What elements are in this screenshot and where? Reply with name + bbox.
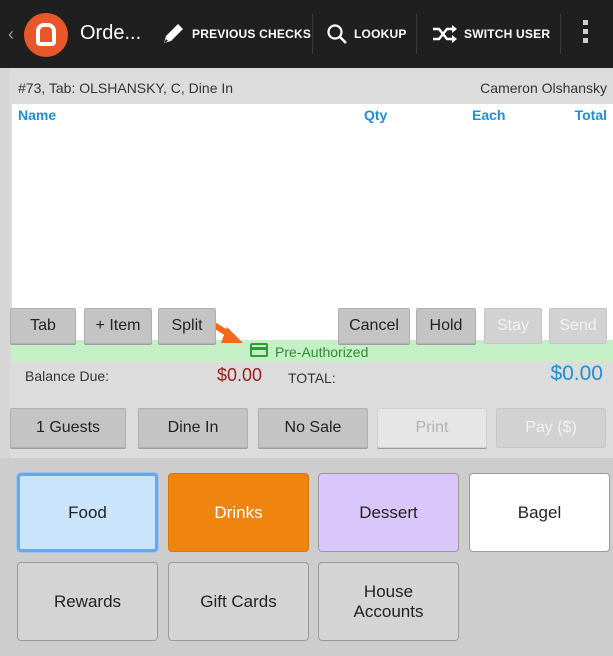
lookup-button[interactable]: LOOKUP [326, 0, 407, 68]
item-columns-header: Name Qty Each Total [12, 104, 613, 126]
check-info: #73, Tab: OLSHANSKY, C, Dine In [18, 80, 234, 96]
add-item-button[interactable]: + Item [84, 308, 152, 344]
check-header: #73, Tab: OLSHANSKY, C, Dine In Cameron … [12, 76, 613, 100]
hold-button[interactable]: Hold [416, 308, 476, 344]
guests-button[interactable]: 1 Guests [10, 408, 126, 448]
balance-due-label: Balance Due: [25, 368, 110, 384]
switch-user-button[interactable]: SWITCH USER [432, 0, 550, 68]
col-total: Total [574, 107, 607, 123]
category-bagel[interactable]: Bagel [469, 473, 610, 552]
overflow-menu-icon[interactable] [578, 20, 592, 50]
send-button[interactable]: Send [549, 308, 607, 344]
stay-button[interactable]: Stay [484, 308, 542, 344]
total-label: TOTAL: [288, 370, 336, 386]
category-house-accounts[interactable]: House Accounts [318, 562, 459, 641]
category-drinks[interactable]: Drinks [168, 473, 309, 552]
no-sale-button[interactable]: No Sale [258, 408, 368, 448]
category-food[interactable]: Food [17, 473, 158, 552]
category-gift-cards[interactable]: Gift Cards [168, 562, 309, 641]
search-icon [327, 24, 347, 44]
toolbar-divider [312, 14, 313, 54]
print-button[interactable]: Print [377, 408, 487, 448]
balance-due-value: $0.00 [217, 365, 263, 385]
tab-button[interactable]: Tab [10, 308, 76, 344]
dine-in-button[interactable]: Dine In [138, 408, 248, 448]
col-qty: Qty [364, 107, 388, 123]
check-panel: #73, Tab: OLSHANSKY, C, Dine In Cameron … [10, 68, 613, 458]
app-logo-icon[interactable] [24, 13, 68, 57]
pay-button[interactable]: Pay ($) [496, 408, 606, 448]
shuffle-icon [433, 25, 457, 43]
credit-card-icon [250, 343, 268, 357]
previous-checks-button[interactable]: PREVIOUS CHECKS [160, 0, 311, 68]
toolbar-divider [560, 14, 561, 54]
split-button[interactable]: Split [158, 308, 216, 344]
col-each: Each [472, 107, 506, 123]
col-name: Name [18, 107, 57, 123]
total-value: $0.00 [550, 362, 603, 385]
cancel-button[interactable]: Cancel [338, 308, 410, 344]
category-rewards[interactable]: Rewards [17, 562, 158, 641]
app-title[interactable]: Orde... [80, 22, 141, 45]
top-action-bar: ‹ Orde... PREVIOUS CHECKS LOOKUP SWITCH … [0, 0, 613, 68]
category-grid: Food Drinks Dessert Bagel Rewards Gift C… [0, 458, 613, 656]
category-dessert[interactable]: Dessert [318, 473, 459, 552]
server-name: Cameron Olshansky [480, 80, 607, 96]
toolbar-divider [416, 14, 417, 54]
back-chevron-icon[interactable]: ‹ [8, 24, 14, 45]
pen-icon [164, 24, 183, 43]
